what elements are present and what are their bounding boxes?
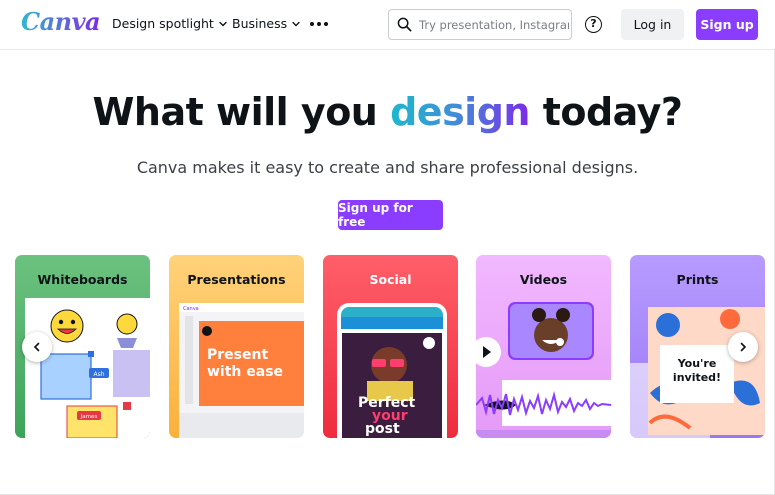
signup-free-button[interactable]: Sign up for free [338,200,443,230]
video-illustration [476,302,611,438]
card-social[interactable]: Social Perfect your post [323,255,458,438]
help-circle-icon[interactable]: ? [585,16,602,33]
search-box[interactable] [388,9,572,40]
tag-ash: Ash [93,371,104,378]
card-videos[interactable]: Videos [476,255,611,438]
nav-design-spotlight[interactable]: Design spotlight [112,16,228,31]
nav-design-spotlight-label: Design spotlight [112,16,214,31]
chevron-down-icon [219,21,227,26]
card-prints-title: Prints [676,272,719,287]
post-text-3: post [365,421,400,437]
card-presentations-title: Presentations [187,272,286,287]
prints-illustration: You're invited! [630,307,765,438]
search-input[interactable] [419,17,569,32]
hero-title-before: What will you [92,90,391,134]
signup-button[interactable]: Sign up [696,9,758,40]
page: Canva Design spotlight Business ? Log in… [0,0,775,495]
print-text-1: You're [677,357,717,370]
whiteboard-illustration: Ash James [25,298,150,438]
nav-business[interactable]: Business [232,16,301,31]
more-horizontal-icon[interactable] [310,16,328,32]
presentation-illustration: Canva Present with ease [179,303,304,438]
tag-james: James [80,414,98,420]
chevron-down-icon [292,21,300,26]
hero-subtitle: Canva makes it easy to create and share … [136,158,639,177]
nav-business-label: Business [232,16,288,31]
card-presentations[interactable]: Presentations Canva Present with ease [169,255,304,438]
canva-logo[interactable]: Canva [21,7,101,36]
card-social-title: Social [369,272,412,287]
chevron-right-icon [740,342,747,352]
social-illustration: Perfect your post [337,303,447,438]
chevron-left-icon [33,342,40,352]
hero-title: What will you design today? [0,90,775,134]
carousel-next-button[interactable] [728,332,758,362]
carousel-prev-button[interactable] [22,332,52,362]
slide-text-2: with ease [207,364,283,380]
presentation-app-label: Canva [183,306,199,312]
card-videos-title: Videos [519,272,568,287]
hero-title-accent: design [390,90,530,134]
slide-text-1: Present [207,347,268,363]
search-icon [397,17,412,32]
top-nav: Canva Design spotlight Business ? Log in… [0,0,775,50]
card-whiteboards-title: Whiteboards [37,272,128,287]
login-button[interactable]: Log in [621,9,684,40]
hero-title-after: today? [529,90,683,134]
print-text-2: invited! [673,371,721,384]
